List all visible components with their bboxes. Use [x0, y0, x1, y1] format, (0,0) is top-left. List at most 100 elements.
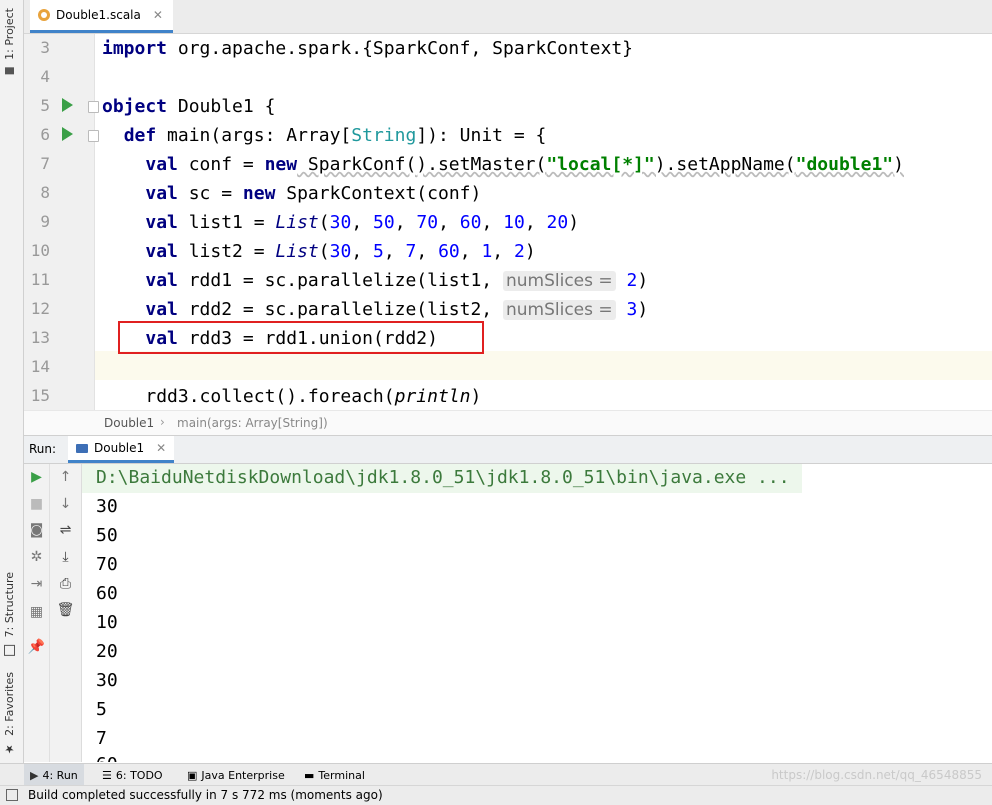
parameter-hint: numSlices =: [502, 300, 616, 320]
watermark: https://blog.csdn.net/qq_46548855: [771, 768, 982, 782]
run-panel-header: Run: Double1 ✕: [24, 436, 992, 464]
output-line: 5: [96, 699, 107, 720]
code-line-5: object Double1 {: [102, 96, 276, 117]
line-number: 13: [30, 328, 50, 347]
output-line: 60: [96, 583, 118, 604]
structure-tool-tab-label: 7: Structure: [3, 572, 16, 638]
exit-icon[interactable]: ⇥: [24, 576, 49, 592]
output-line: 60: [96, 754, 118, 762]
java-enterprise-icon: ▣: [187, 768, 198, 782]
line-number: 8: [40, 183, 50, 202]
code-line-11: val rdd1 = sc.parallelize(list1, numSlic…: [145, 270, 649, 291]
run-panel-label: Run:: [29, 442, 57, 456]
structure-icon: [4, 644, 16, 656]
code-line-15: rdd3.collect().foreach(println): [145, 386, 482, 407]
line-number: 4: [40, 67, 50, 86]
line-number: 3: [40, 38, 50, 57]
fold-icon[interactable]: [88, 130, 99, 142]
console-actions-strip: ↑ ↓ ⇌ ⤓ ⎙ 🗑: [50, 464, 82, 762]
output-line: 10: [96, 612, 118, 633]
run-tab-double1[interactable]: Double1 ✕: [68, 436, 175, 463]
run-icon: ▶: [30, 768, 39, 782]
command-line: D:\BaiduNetdiskDownload\jdk1.8.0_51\jdk1…: [96, 467, 790, 488]
code-line-7: val conf = new SparkConf().setMaster("lo…: [145, 154, 904, 175]
close-icon[interactable]: ✕: [153, 8, 163, 22]
favorites-tool-tab-label: 2: Favorites: [3, 672, 16, 736]
trash-icon[interactable]: 🗑: [50, 602, 81, 618]
breadcrumb-method[interactable]: main(args: Array[String]): [177, 416, 328, 430]
camera-icon[interactable]: ◙: [24, 522, 49, 538]
todo-tool-tab-label: 6: TODO: [115, 768, 163, 782]
pin-icon[interactable]: 📌: [24, 639, 49, 655]
breadcrumb-object[interactable]: Double1: [104, 416, 154, 430]
code-line-9: val list1 = List(30, 50, 70, 60, 10, 20): [145, 212, 580, 233]
structure-tool-tab[interactable]: 7: Structure: [3, 572, 16, 656]
status-bar: Build completed successfully in 7 s 772 …: [0, 785, 992, 805]
fold-icon[interactable]: [88, 101, 99, 113]
code-line-6: def main(args: Array[String]): Unit = {: [123, 125, 547, 146]
folder-icon: [5, 67, 15, 75]
output-line: 20: [96, 641, 118, 662]
run-tool-tab[interactable]: ▶ 4: Run: [24, 764, 84, 786]
run-object-icon[interactable]: [62, 98, 73, 112]
code-line-8: val sc = new SparkContext(conf): [145, 183, 482, 204]
soft-wrap-icon[interactable]: ⇌: [50, 522, 81, 538]
code-editor[interactable]: 3 4 5 6 7 8 9 10 11 12 13 14 15 import o…: [24, 34, 992, 410]
close-icon[interactable]: ✕: [156, 441, 166, 455]
line-number: 15: [30, 386, 50, 405]
project-tool-tab-label: 1: Project: [3, 8, 16, 60]
java-enterprise-tool-tab-label: Java Enterprise: [201, 768, 285, 782]
run-config-icon: [76, 443, 88, 453]
left-tool-strip: 1: Project 7: Structure ★ 2: Favorites: [0, 0, 24, 786]
console-output[interactable]: D:\BaiduNetdiskDownload\jdk1.8.0_51\jdk1…: [82, 464, 992, 762]
current-line-highlight: [24, 351, 992, 380]
terminal-icon: ▬: [304, 768, 315, 782]
arrow-up-icon[interactable]: ↑: [50, 469, 81, 485]
line-number: 7: [40, 154, 50, 173]
parameter-hint: numSlices =: [502, 271, 616, 291]
arrow-down-icon[interactable]: ↓: [50, 496, 81, 512]
scroll-to-end-icon[interactable]: ⤓: [50, 549, 81, 565]
line-number: 6: [40, 125, 50, 144]
rerun-icon[interactable]: ▶: [24, 469, 49, 485]
debug-icon[interactable]: ✲: [24, 549, 49, 565]
stop-icon[interactable]: ■: [24, 496, 49, 512]
output-line: 50: [96, 525, 118, 546]
code-line-3: import org.apache.spark.{SparkConf, Spar…: [102, 38, 634, 59]
editor-gutter: 3 4 5 6 7 8 9 10 11 12 13 14 15: [24, 34, 99, 410]
terminal-tool-tab[interactable]: ▬ Terminal: [298, 764, 371, 786]
line-number: 10: [30, 241, 50, 260]
project-tool-tab[interactable]: 1: Project: [3, 8, 16, 75]
output-line: 30: [96, 670, 118, 691]
run-tool-tab-label: 4: Run: [42, 768, 78, 782]
line-number: 14: [30, 357, 50, 376]
tab-double1-scala[interactable]: Double1.scala ✕: [30, 0, 173, 33]
run-tab-label: Double1: [94, 441, 145, 455]
line-number: 12: [30, 299, 50, 318]
highlight-box: [118, 321, 484, 354]
output-line: 70: [96, 554, 118, 575]
todo-tool-tab[interactable]: ☰ 6: TODO: [96, 764, 169, 786]
code-line-10: val list2 = List(30, 5, 7, 60, 1, 2): [145, 241, 536, 262]
tab-label: Double1.scala: [56, 8, 141, 22]
layout-icon[interactable]: ▦: [24, 604, 49, 620]
run-main-icon[interactable]: [62, 127, 73, 141]
scala-file-icon: [38, 9, 50, 21]
star-icon: ★: [3, 742, 16, 756]
line-number: 9: [40, 212, 50, 231]
favorites-tool-tab[interactable]: ★ 2: Favorites: [3, 672, 16, 755]
status-toggle-icon[interactable]: [6, 789, 18, 801]
breadcrumb: Double1 › main(args: Array[String]): [24, 410, 992, 436]
output-line: 30: [96, 496, 118, 517]
line-number: 5: [40, 96, 50, 115]
java-enterprise-tool-tab[interactable]: ▣ Java Enterprise: [181, 764, 291, 786]
status-message: Build completed successfully in 7 s 772 …: [28, 788, 383, 802]
list-icon: ☰: [102, 768, 112, 782]
print-icon[interactable]: ⎙: [50, 576, 81, 592]
terminal-tool-tab-label: Terminal: [318, 768, 365, 782]
breadcrumb-separator: ›: [160, 415, 165, 429]
run-actions-strip: ▶ ■ ◙ ✲ ⇥ ▦ 📌: [24, 464, 50, 762]
output-line: 7: [96, 728, 107, 749]
editor-tab-bar: Double1.scala ✕: [24, 0, 992, 34]
line-number: 11: [30, 270, 50, 289]
